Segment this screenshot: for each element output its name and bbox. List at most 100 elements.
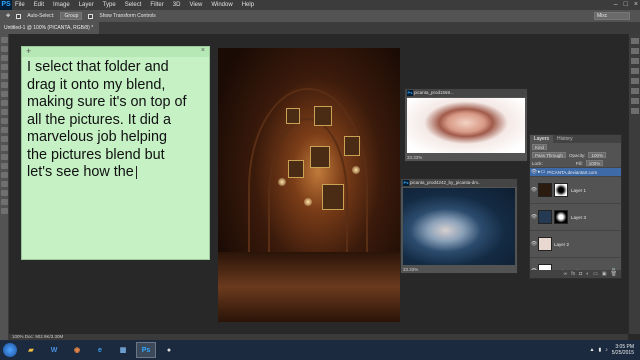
internet-explorer-icon[interactable]: e (90, 342, 110, 358)
styles-panel-icon[interactable] (630, 88, 639, 94)
layer-mask-thumbnail[interactable] (554, 183, 568, 197)
sticky-note[interactable]: + × I select that folder and drag it ont… (21, 46, 210, 260)
pen-tool-icon[interactable] (1, 163, 8, 169)
word-icon[interactable]: W (44, 342, 64, 358)
tray-arrow-icon[interactable]: ▲ (590, 347, 595, 353)
layer-row[interactable]: 👁 Layer 2 (530, 230, 621, 257)
main-composite-image[interactable] (218, 48, 400, 322)
document-tab[interactable]: Untitled-1 @ 100% (PICANTA, RGB/8) * (0, 22, 100, 34)
paths-panel-icon[interactable] (630, 108, 639, 114)
blur-tool-icon[interactable] (1, 145, 8, 151)
layer-row[interactable]: 👁 Layer 3 (530, 203, 621, 230)
menu-type[interactable]: Type (103, 0, 116, 10)
lasso-tool-icon[interactable] (1, 55, 8, 61)
marquee-tool-icon[interactable] (1, 46, 8, 52)
visibility-eye-icon[interactable]: 👁 (530, 214, 538, 220)
channels-panel-icon[interactable] (630, 98, 639, 104)
file-explorer-icon[interactable]: ▰ (21, 342, 41, 358)
opacity-field[interactable]: 100% (588, 152, 606, 158)
fx-icon[interactable]: fx (571, 270, 575, 278)
eyedropper-tool-icon[interactable] (1, 82, 8, 88)
clock[interactable]: 3:05 PM 5/25/2015 (612, 344, 634, 356)
document-window-title[interactable]: Ps picanta_prod4242_by_picanta-dm.. (401, 179, 517, 187)
auto-select-checkbox[interactable] (16, 13, 22, 19)
auto-select-dropdown[interactable]: Group (60, 12, 83, 20)
menu-filter[interactable]: Filter (150, 0, 163, 10)
add-note-icon[interactable]: + (26, 46, 31, 56)
portrait-frame (344, 136, 360, 156)
menu-view[interactable]: View (189, 0, 202, 10)
document-window-title-text: picanta_prod1569... (414, 90, 454, 95)
start-button-icon[interactable] (3, 343, 17, 357)
portrait-frame (310, 146, 330, 168)
menu-layer[interactable]: Layer (79, 0, 94, 10)
trash-icon[interactable]: 🗑 (611, 270, 617, 278)
layer-group-picanta[interactable]: 👁 ▸▭ PICANTA.deviantart.com (530, 167, 621, 176)
store-icon[interactable]: ▦ (113, 342, 133, 358)
zoom-tool-icon[interactable] (1, 208, 8, 214)
path-select-tool-icon[interactable] (1, 181, 8, 187)
eraser-tool-icon[interactable] (1, 127, 8, 133)
chrome-icon[interactable]: ◉ (67, 342, 87, 358)
close-note-icon[interactable]: × (201, 47, 205, 54)
shape-tool-icon[interactable] (1, 190, 8, 196)
maximize-icon[interactable]: □ (624, 0, 628, 10)
tab-history[interactable]: History (553, 135, 577, 143)
crop-tool-icon[interactable] (1, 73, 8, 79)
document-window-2[interactable]: Ps picanta_prod4242_by_picanta-dm.. 33.3… (400, 178, 518, 274)
visibility-eye-icon[interactable]: 👁 (530, 241, 538, 247)
menu-3d[interactable]: 3D (173, 0, 181, 10)
swatches-panel-icon[interactable] (630, 78, 639, 84)
network-icon[interactable]: ▮ (598, 347, 601, 353)
layer-row[interactable]: 👁 Layer 1 (530, 176, 621, 203)
new-layer-icon[interactable]: ▣ (602, 270, 607, 278)
document-window-1[interactable]: Ps picanta_prod1569... 33.33% (404, 88, 528, 162)
menu-help[interactable]: Help (242, 0, 254, 10)
tab-layers[interactable]: Layers (530, 135, 554, 143)
minimize-icon[interactable]: – (614, 0, 618, 10)
ps-mini-icon: Ps (407, 90, 413, 96)
photoshop-taskbar-icon[interactable]: Ps (136, 342, 156, 358)
blend-mode-dropdown[interactable]: Pass Through (532, 152, 566, 158)
adjustments-panel-icon[interactable] (630, 58, 639, 64)
quick-select-tool-icon[interactable] (1, 64, 8, 70)
kind-filter-dropdown[interactable]: Kind (532, 144, 548, 150)
visibility-eye-icon[interactable]: 👁 (530, 169, 538, 175)
history-brush-tool-icon[interactable] (1, 118, 8, 124)
workspace-select[interactable]: Misc (594, 12, 630, 20)
candle-glow (352, 166, 360, 174)
move-tool-icon[interactable]: ✥ (6, 13, 10, 19)
color-panel-icon[interactable] (630, 68, 639, 74)
add-mask-icon[interactable]: ◘ (579, 270, 582, 278)
stamp-tool-icon[interactable] (1, 109, 8, 115)
visibility-eye-icon[interactable]: 👁 (530, 187, 538, 193)
document-window-title[interactable]: Ps picanta_prod1569... (405, 89, 527, 97)
healing-tool-icon[interactable] (1, 91, 8, 97)
menu-edit[interactable]: Edit (34, 0, 44, 10)
layer-mask-thumbnail[interactable] (554, 210, 568, 224)
menu-select[interactable]: Select (125, 0, 142, 10)
move-tool-icon[interactable] (1, 37, 8, 43)
menu-image[interactable]: Image (53, 0, 70, 10)
new-group-icon[interactable]: ▭ (593, 270, 598, 278)
dodge-tool-icon[interactable] (1, 154, 8, 160)
menu-window[interactable]: Window (211, 0, 232, 10)
brush-tool-icon[interactable] (1, 100, 8, 106)
link-layers-icon[interactable]: ∞ (564, 270, 568, 278)
blue-portrait-image (403, 188, 515, 265)
adjustment-icon[interactable]: ◐ (586, 270, 589, 278)
hand-tool-icon[interactable] (1, 199, 8, 205)
type-tool-icon[interactable] (1, 172, 8, 178)
sticky-note-text[interactable]: I select that folder and drag it onto my… (27, 59, 209, 182)
show-transform-checkbox[interactable] (88, 13, 94, 19)
photoshop-logo-icon[interactable]: PS (0, 0, 12, 10)
clock-date: 5/25/2015 (611, 350, 634, 356)
obs-icon[interactable]: ● (159, 342, 179, 358)
volume-icon[interactable]: ♪ (605, 347, 608, 353)
menu-file[interactable]: File (15, 0, 25, 10)
fill-field[interactable]: 100% (585, 160, 604, 166)
close-icon[interactable]: × (634, 0, 638, 10)
history-panel-icon[interactable] (630, 38, 639, 44)
properties-panel-icon[interactable] (630, 48, 639, 54)
gradient-tool-icon[interactable] (1, 136, 8, 142)
